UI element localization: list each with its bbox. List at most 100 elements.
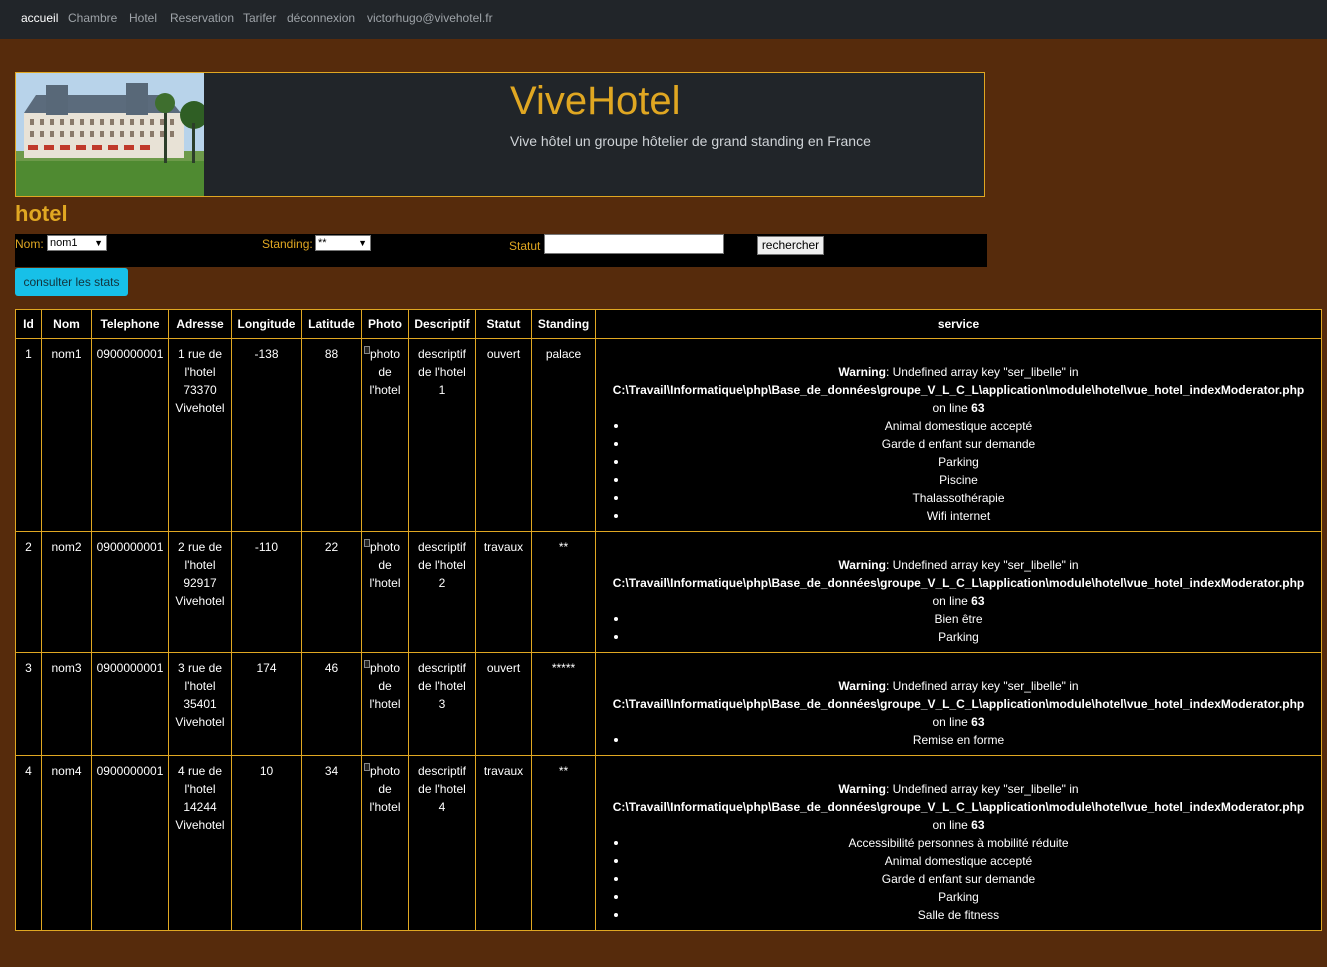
warning-on-line: on line xyxy=(932,401,968,415)
cell-photo-line: photo xyxy=(369,661,401,675)
nav-chambre[interactable]: Chambre xyxy=(68,11,117,25)
cell-adresse-line: 4 rue de xyxy=(177,764,223,778)
cell-adresse-line: l'hotel xyxy=(184,782,216,796)
cell-adresse: 4 rue de l'hotel 14244 Vivehotel xyxy=(168,755,232,931)
cell-adresse-line: 92917 xyxy=(183,576,217,590)
warning-line-number: 63 xyxy=(971,715,985,729)
column-header-statut: Statut xyxy=(475,309,532,339)
warning-path-line: C:\Travail\Informatique\php\Base_de_donn… xyxy=(600,695,1317,713)
column-header-latitude: Latitude xyxy=(301,309,362,339)
nav-deconnexion[interactable]: déconnexion xyxy=(287,11,355,25)
php-warning: Warning: Undefined array key "ser_libell… xyxy=(600,780,1317,798)
cell-telephone: 0900000001 xyxy=(91,652,169,756)
bullet-icon xyxy=(614,913,618,917)
column-header-nom: Nom xyxy=(41,309,92,339)
service-label: Animal domestique accepté xyxy=(884,854,1033,868)
service-list: Accessibilité personnes à mobilité rédui… xyxy=(600,834,1317,924)
bullet-icon xyxy=(614,514,618,518)
warning-path-line: C:\Travail\Informatique\php\Base_de_donn… xyxy=(600,381,1317,399)
site-subtitle: Vive hôtel un groupe hôtelier de grand s… xyxy=(510,133,871,149)
standing-select[interactable]: ** ▼ xyxy=(315,235,371,251)
nom-select[interactable]: nom1 ▼ xyxy=(47,235,107,251)
cell-telephone: 0900000001 xyxy=(91,338,169,532)
service-item: Parking xyxy=(600,628,1317,646)
cell-statut: ouvert xyxy=(475,652,532,756)
cell-photo-line: de xyxy=(378,782,392,796)
warning-message: : Undefined array key "ser_libelle" in xyxy=(885,558,1079,572)
navbar: accueil Chambre Hotel Reservation Tarife… xyxy=(0,0,1327,39)
column-header-standing: Standing xyxy=(531,309,596,339)
nav-user-email[interactable]: victorhugo@vivehotel.fr xyxy=(367,11,493,25)
column-header-photo: Photo xyxy=(361,309,409,339)
service-item: Animal domestique accepté xyxy=(600,417,1317,435)
cell-service: Warning: Undefined array key "ser_libell… xyxy=(595,531,1322,653)
stats-button[interactable]: consulter les stats xyxy=(15,268,128,296)
warning-message: : Undefined array key "ser_libelle" in xyxy=(885,679,1079,693)
cell-photo: photo de l'hotel xyxy=(361,652,409,756)
cell-photo-line: l'hotel xyxy=(369,576,401,590)
cell-standing: ***** xyxy=(531,652,596,756)
service-list: Remise en forme xyxy=(600,731,1317,749)
cell-adresse-line: l'hotel xyxy=(184,558,216,572)
cell-statut: travaux xyxy=(475,531,532,653)
nav-reservation[interactable]: Reservation xyxy=(170,11,234,25)
nav-accueil[interactable]: accueil xyxy=(21,11,58,25)
cell-adresse: 2 rue de l'hotel 92917 Vivehotel xyxy=(168,531,232,653)
cell-service: Warning: Undefined array key "ser_libell… xyxy=(595,652,1322,756)
cell-adresse-line: Vivehotel xyxy=(175,594,225,608)
cell-adresse-line: Vivehotel xyxy=(175,715,225,729)
column-header-longitude: Longitude xyxy=(231,309,302,339)
warning-label: Warning xyxy=(838,365,886,379)
cell-descriptif-line: descriptif xyxy=(417,540,467,554)
bullet-icon xyxy=(614,841,618,845)
cell-longitude: -110 xyxy=(231,531,302,653)
warning-line-info: on line 63 xyxy=(600,816,1317,834)
php-warning: Warning: Undefined array key "ser_libell… xyxy=(600,556,1317,574)
warning-path: C:\Travail\Informatique\php\Base_de_donn… xyxy=(612,800,1305,814)
cell-descriptif: descriptif de l'hotel 1 xyxy=(408,338,476,532)
cell-descriptif-line: de l'hotel xyxy=(418,365,466,379)
warning-message: : Undefined array key "ser_libelle" in xyxy=(885,782,1079,796)
bullet-icon xyxy=(614,859,618,863)
statut-input[interactable] xyxy=(544,234,724,254)
service-label: Accessibilité personnes à mobilité rédui… xyxy=(848,836,1069,850)
cell-photo-line: photo xyxy=(369,347,401,361)
table-row: 1 nom1 0900000001 1 rue de l'hotel 73370 Viveh… xyxy=(15,338,1322,532)
cell-latitude: 34 xyxy=(301,755,362,931)
cell-photo-line: photo xyxy=(369,540,401,554)
nav-hotel[interactable]: Hotel xyxy=(129,11,157,25)
cell-latitude: 22 xyxy=(301,531,362,653)
service-item: Parking xyxy=(600,453,1317,471)
cell-id: 2 xyxy=(15,531,42,653)
service-item: Bien être xyxy=(600,610,1317,628)
cell-statut: ouvert xyxy=(475,338,532,532)
warning-line-number: 63 xyxy=(971,401,985,415)
cell-adresse: 1 rue de l'hotel 73370 Vivehotel xyxy=(168,338,232,532)
service-item: Animal domestique accepté xyxy=(600,852,1317,870)
service-label: Thalassothérapie xyxy=(912,491,1005,505)
warning-path-line: C:\Travail\Informatique\php\Base_de_donn… xyxy=(600,798,1317,816)
warning-label: Warning xyxy=(838,679,886,693)
cell-standing: ** xyxy=(531,531,596,653)
standing-filter-label: Standing: xyxy=(262,237,313,251)
cell-descriptif-line: 1 xyxy=(438,383,446,397)
warning-on-line: on line xyxy=(932,818,968,832)
cell-adresse-line: Vivehotel xyxy=(175,818,225,832)
table-row: 2 nom2 0900000001 2 rue de l'hotel 92917 Viveh… xyxy=(15,531,1322,653)
service-item: Parking xyxy=(600,888,1317,906)
service-label: Parking xyxy=(938,890,979,904)
nav-tarifer[interactable]: Tarifer xyxy=(243,11,276,25)
search-button[interactable]: rechercher xyxy=(757,236,824,255)
cell-adresse-line: 14244 xyxy=(183,800,217,814)
service-item: Piscine xyxy=(600,471,1317,489)
table-row: 3 nom3 0900000001 3 rue de l'hotel 35401 Viveh… xyxy=(15,652,1322,756)
service-item: Thalassothérapie xyxy=(600,489,1317,507)
warning-message: : Undefined array key "ser_libelle" in xyxy=(885,365,1079,379)
cell-descriptif-line: 4 xyxy=(438,800,446,814)
cell-photo-line: l'hotel xyxy=(369,383,401,397)
table-row: 4 nom4 0900000001 4 rue de l'hotel 14244 Viveh… xyxy=(15,755,1322,931)
column-header-id: Id xyxy=(15,309,42,339)
service-label: Parking xyxy=(938,455,979,469)
cell-descriptif-line: 3 xyxy=(438,697,446,711)
bullet-icon xyxy=(614,895,618,899)
